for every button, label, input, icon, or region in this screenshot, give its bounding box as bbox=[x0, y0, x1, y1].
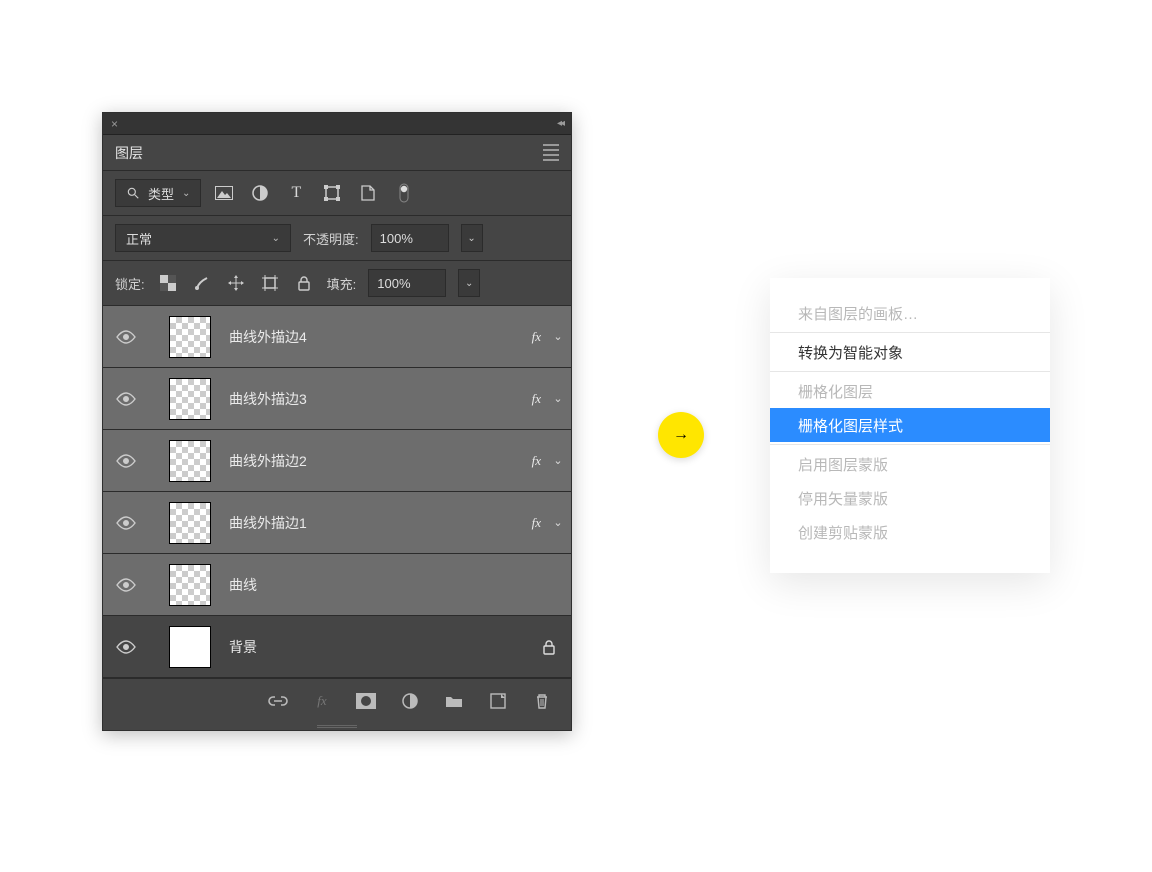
layer-row[interactable]: 曲线外描边1fx⌄ bbox=[103, 492, 571, 554]
fill-input[interactable]: 100% bbox=[368, 269, 446, 297]
blend-mode-dropdown[interactable]: 正常 ⌄ bbox=[115, 224, 291, 252]
filter-smart-icon[interactable] bbox=[357, 182, 379, 204]
delete-layer-icon[interactable] bbox=[531, 690, 553, 712]
visibility-toggle[interactable] bbox=[103, 454, 149, 468]
menu-item[interactable]: 转换为智能对象 bbox=[770, 335, 1050, 369]
menu-item: 停用矢量蒙版 bbox=[770, 481, 1050, 515]
link-layers-icon[interactable] bbox=[267, 690, 289, 712]
lock-label: 锁定: bbox=[115, 274, 145, 293]
opacity-value: 100% bbox=[380, 231, 413, 246]
layer-name[interactable]: 曲线外描边1 bbox=[211, 513, 532, 533]
visibility-toggle[interactable] bbox=[103, 578, 149, 592]
lock-move-icon[interactable] bbox=[225, 272, 247, 294]
chevron-down-icon: ⌄ bbox=[272, 233, 280, 244]
fill-label: 填充: bbox=[327, 274, 357, 293]
add-mask-icon[interactable] bbox=[355, 690, 377, 712]
layers-list: 曲线外描边4fx⌄曲线外描边3fx⌄曲线外描边2fx⌄曲线外描边1fx⌄曲线背景 bbox=[103, 305, 571, 678]
filter-kind-dropdown[interactable]: 类型 ⌄ bbox=[115, 179, 201, 207]
panel-titlebar: × ◂◂ bbox=[103, 113, 571, 135]
layer-name[interactable]: 背景 bbox=[211, 637, 527, 657]
panel-footer: fx bbox=[103, 678, 571, 722]
layer-thumbnail[interactable] bbox=[169, 626, 211, 668]
layer-thumbnail[interactable] bbox=[169, 502, 211, 544]
lock-artboard-icon[interactable] bbox=[259, 272, 281, 294]
lock-icon[interactable] bbox=[527, 639, 571, 655]
collapse-icon[interactable]: ◂◂ bbox=[557, 118, 563, 129]
filter-toggle-icon[interactable] bbox=[393, 182, 415, 204]
visibility-toggle[interactable] bbox=[103, 516, 149, 530]
menu-item: 来自图层的画板… bbox=[770, 296, 1050, 330]
lock-all-icon[interactable] bbox=[293, 272, 315, 294]
layer-thumbnail[interactable] bbox=[169, 440, 211, 482]
menu-separator bbox=[770, 332, 1050, 333]
chevron-down-icon: ⌄ bbox=[182, 188, 190, 199]
visibility-toggle[interactable] bbox=[103, 640, 149, 654]
fx-badge[interactable]: fx bbox=[532, 329, 545, 345]
tab-layers[interactable]: 图层 bbox=[115, 143, 143, 163]
lock-pixels-icon[interactable] bbox=[157, 272, 179, 294]
context-menu: 来自图层的画板… 转换为智能对象栅格化图层栅格化图层样式启用图层蒙版停用矢量蒙版创… bbox=[770, 278, 1050, 573]
new-layer-icon[interactable] bbox=[487, 690, 509, 712]
visibility-toggle[interactable] bbox=[103, 330, 149, 344]
filter-text-icon[interactable]: T bbox=[285, 182, 307, 204]
new-adjustment-icon[interactable] bbox=[399, 690, 421, 712]
fill-chevron[interactable]: ⌄ bbox=[458, 269, 480, 297]
layer-row[interactable]: 背景 bbox=[103, 616, 571, 678]
menu-item: 创建剪贴蒙版 bbox=[770, 515, 1050, 549]
resize-grip[interactable] bbox=[103, 722, 571, 730]
menu-item: 栅格化图层 bbox=[770, 374, 1050, 408]
panel-tabs: 图层 bbox=[103, 135, 571, 171]
menu-separator bbox=[770, 444, 1050, 445]
fx-icon[interactable]: fx bbox=[311, 690, 333, 712]
lock-row: 锁定: 填充: 100% ⌄ bbox=[103, 260, 571, 305]
layer-row[interactable]: 曲线外描边3fx⌄ bbox=[103, 368, 571, 430]
fill-value: 100% bbox=[377, 276, 410, 291]
opacity-input[interactable]: 100% bbox=[371, 224, 449, 252]
menu-item: 启用图层蒙版 bbox=[770, 447, 1050, 481]
search-icon bbox=[126, 186, 140, 200]
filter-kind-label: 类型 bbox=[148, 184, 174, 203]
close-icon[interactable]: × bbox=[111, 117, 118, 131]
new-group-icon[interactable] bbox=[443, 690, 465, 712]
chevron-down-icon[interactable]: ⌄ bbox=[545, 516, 571, 529]
arrow-badge: → bbox=[658, 412, 704, 458]
filter-adjust-icon[interactable] bbox=[249, 182, 271, 204]
layer-name[interactable]: 曲线 bbox=[211, 575, 527, 595]
menu-item[interactable]: 栅格化图层样式 bbox=[770, 408, 1050, 442]
filter-image-icon[interactable] bbox=[213, 182, 235, 204]
panel-menu-icon[interactable] bbox=[543, 144, 559, 161]
visibility-toggle[interactable] bbox=[103, 392, 149, 406]
layer-name[interactable]: 曲线外描边4 bbox=[211, 327, 532, 347]
layer-row[interactable]: 曲线外描边2fx⌄ bbox=[103, 430, 571, 492]
chevron-down-icon[interactable]: ⌄ bbox=[545, 392, 571, 405]
chevron-down-icon[interactable]: ⌄ bbox=[545, 330, 571, 343]
filter-shape-icon[interactable] bbox=[321, 182, 343, 204]
fx-badge[interactable]: fx bbox=[532, 453, 545, 469]
opacity-chevron[interactable]: ⌄ bbox=[461, 224, 483, 252]
layer-thumbnail[interactable] bbox=[169, 564, 211, 606]
filter-row: 类型 ⌄ T bbox=[103, 171, 571, 215]
layer-thumbnail[interactable] bbox=[169, 316, 211, 358]
layer-thumbnail[interactable] bbox=[169, 378, 211, 420]
fx-badge[interactable]: fx bbox=[532, 391, 545, 407]
fx-badge[interactable]: fx bbox=[532, 515, 545, 531]
layer-name[interactable]: 曲线外描边3 bbox=[211, 389, 532, 409]
opacity-label: 不透明度: bbox=[303, 229, 359, 248]
layer-row[interactable]: 曲线外描边4fx⌄ bbox=[103, 306, 571, 368]
layer-name[interactable]: 曲线外描边2 bbox=[211, 451, 532, 471]
menu-separator bbox=[770, 371, 1050, 372]
blend-mode-value: 正常 bbox=[126, 229, 152, 248]
arrow-icon: → bbox=[673, 426, 689, 444]
layer-row[interactable]: 曲线 bbox=[103, 554, 571, 616]
layers-panel: × ◂◂ 图层 类型 ⌄ T bbox=[102, 112, 572, 731]
blend-row: 正常 ⌄ 不透明度: 100% ⌄ bbox=[103, 215, 571, 260]
lock-brush-icon[interactable] bbox=[191, 272, 213, 294]
chevron-down-icon[interactable]: ⌄ bbox=[545, 454, 571, 467]
